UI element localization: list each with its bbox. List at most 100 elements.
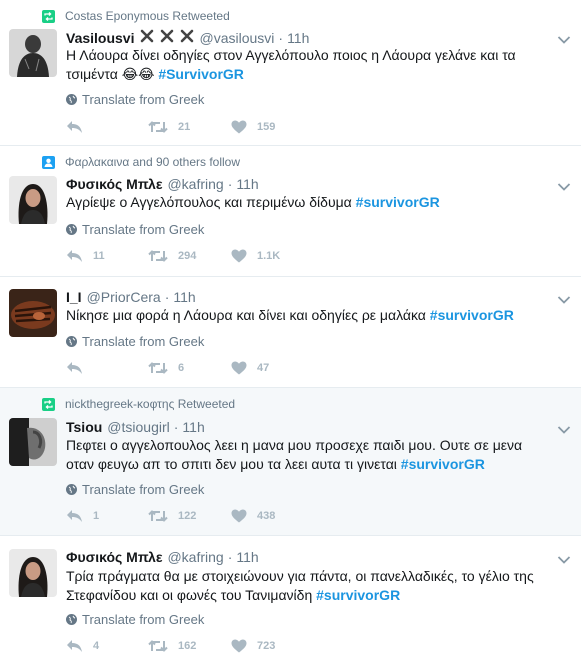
avatar[interactable] bbox=[9, 289, 57, 337]
reply-icon bbox=[67, 640, 82, 652]
reply-button[interactable]: 1 bbox=[66, 509, 99, 523]
translate-link[interactable]: Translate from Greek bbox=[66, 334, 204, 349]
tweet-header: I_I @PriorCera · 11h bbox=[66, 289, 196, 306]
retweet-button[interactable]: 122 bbox=[148, 509, 196, 523]
like-button[interactable]: 159 bbox=[231, 120, 275, 134]
tweet-actions: 1 122 438 bbox=[66, 509, 366, 525]
like-button[interactable]: 1.1K bbox=[231, 249, 280, 263]
retweet-button[interactable]: 294 bbox=[148, 249, 196, 263]
tweet-3[interactable]: I_I @PriorCera · 11h Νίκησε μια φορά η Λ… bbox=[0, 277, 581, 388]
tweet-text: Αγρίεψε ο Αγγελόπουλος και περιμένω δίδυ… bbox=[66, 193, 551, 212]
avatar[interactable] bbox=[9, 29, 57, 77]
display-name[interactable]: Tsiou bbox=[66, 419, 102, 436]
translate-label: Translate from Greek bbox=[82, 482, 205, 497]
display-name[interactable]: Φυσικός Μπλε bbox=[66, 176, 162, 193]
tweet-header: Φυσικός Μπλε @kafring · 11h bbox=[66, 549, 259, 566]
retweet-button[interactable]: 21 bbox=[148, 120, 190, 134]
globe-icon bbox=[66, 336, 77, 347]
reply-button[interactable] bbox=[66, 361, 93, 375]
chevron-down-icon[interactable] bbox=[557, 552, 571, 564]
translate-link[interactable]: Translate from Greek bbox=[66, 222, 204, 237]
translate-label: Translate from Greek bbox=[82, 612, 205, 627]
chevron-down-icon[interactable] bbox=[557, 292, 571, 304]
display-name[interactable]: I_I bbox=[66, 289, 82, 306]
separator-dot: · bbox=[164, 289, 170, 305]
reply-icon bbox=[67, 121, 82, 133]
user-handle[interactable]: @kafring bbox=[167, 549, 223, 566]
retweet-count: 21 bbox=[178, 121, 191, 133]
tweet-4[interactable]: nickthegreek-κοφτης Retweeted Tsiou @tsi… bbox=[0, 388, 581, 536]
retweet-context: Costas Eponymous Retweeted bbox=[42, 9, 230, 23]
user-handle[interactable]: @PriorCera bbox=[87, 289, 161, 306]
reply-icon bbox=[67, 362, 82, 374]
hashtag-link[interactable]: #survivorGR bbox=[430, 307, 514, 323]
chevron-down-icon[interactable] bbox=[557, 32, 571, 44]
reply-button[interactable] bbox=[66, 120, 93, 134]
hashtag-link[interactable]: #SurvivorGR bbox=[158, 66, 244, 82]
user-handle[interactable]: @vasilousvi bbox=[199, 30, 274, 47]
retweet-icon bbox=[148, 250, 168, 262]
translate-link[interactable]: Translate from Greek bbox=[66, 92, 204, 107]
translate-label: Translate from Greek bbox=[82, 222, 205, 237]
translate-label: Translate from Greek bbox=[82, 92, 205, 107]
chevron-down-icon[interactable] bbox=[557, 422, 571, 434]
timestamp[interactable]: 11h bbox=[236, 549, 258, 566]
avatar[interactable] bbox=[9, 549, 57, 597]
tweet-5[interactable]: Φυσικός Μπλε @kafring · 11h Τρία πράγματ… bbox=[0, 536, 581, 659]
retweet-context-icon bbox=[42, 397, 55, 411]
reply-button[interactable]: 4 bbox=[66, 639, 99, 653]
globe-icon bbox=[66, 614, 77, 625]
timestamp[interactable]: 11h bbox=[182, 419, 204, 436]
tweet-body: Η Λάουρα δίνει οδηγίες στον Αγγελόπουλο … bbox=[66, 47, 516, 82]
hashtag-link[interactable]: #survivorGR bbox=[356, 194, 440, 210]
tweet-body: Νίκησε μια φορά η Λάουρα και δίνει και ο… bbox=[66, 307, 430, 323]
name-badges bbox=[140, 29, 194, 47]
context-text[interactable]: Φαρλακαινα and 90 others follow bbox=[65, 155, 240, 169]
separator-dot: · bbox=[227, 549, 233, 565]
display-name[interactable]: Φυσικός Μπλε bbox=[66, 549, 162, 566]
avatar[interactable] bbox=[9, 418, 57, 466]
reply-icon bbox=[67, 510, 82, 522]
heart-icon bbox=[231, 361, 247, 375]
reply-count: 4 bbox=[93, 640, 100, 652]
like-button[interactable]: 47 bbox=[231, 361, 269, 375]
person-follow-icon bbox=[42, 155, 55, 169]
reply-button[interactable]: 11 bbox=[66, 249, 105, 263]
translate-link[interactable]: Translate from Greek bbox=[66, 612, 204, 627]
chevron-down-icon[interactable] bbox=[557, 179, 571, 191]
display-name[interactable]: Vasilousvi bbox=[66, 30, 134, 47]
like-button[interactable]: 438 bbox=[231, 509, 275, 523]
retweet-count: 6 bbox=[178, 362, 185, 374]
reply-count: 1 bbox=[93, 510, 100, 522]
timestamp[interactable]: 11h bbox=[236, 176, 258, 193]
tweet-1[interactable]: Costas Eponymous Retweeted Vasilousvi @v… bbox=[0, 0, 581, 146]
retweet-button[interactable]: 6 bbox=[148, 361, 184, 375]
like-count: 438 bbox=[257, 510, 276, 522]
retweet-button[interactable]: 162 bbox=[148, 639, 196, 653]
context-text[interactable]: Costas Eponymous Retweeted bbox=[65, 9, 230, 23]
context-text[interactable]: nickthegreek-κοφτης Retweeted bbox=[65, 397, 235, 411]
timestamp[interactable]: 11h bbox=[287, 30, 309, 47]
tweet-2[interactable]: Φαρλακαινα and 90 others follow Φυσικός … bbox=[0, 146, 581, 277]
like-button[interactable]: 723 bbox=[231, 639, 275, 653]
tweet-body: Τρία πράγματα θα με στοιχειώνουν για πάν… bbox=[66, 568, 534, 603]
retweet-icon bbox=[148, 510, 168, 522]
tweet-header: Φυσικός Μπλε @kafring · 11h bbox=[66, 176, 259, 193]
tweet-actions: 11 294 1.1K bbox=[66, 249, 366, 265]
translate-link[interactable]: Translate from Greek bbox=[66, 482, 204, 497]
reply-icon bbox=[67, 250, 82, 262]
user-handle[interactable]: @kafring bbox=[167, 176, 223, 193]
avatar[interactable] bbox=[9, 176, 57, 224]
globe-icon bbox=[66, 484, 77, 495]
hashtag-link[interactable]: #survivorGR bbox=[401, 456, 485, 472]
hashtag-link[interactable]: #survivorGR bbox=[316, 587, 400, 603]
tweet-text: Πεφτει ο αγγελοπουλος λεει η μανα μου πρ… bbox=[66, 436, 551, 474]
user-handle[interactable]: @tsiougirl bbox=[107, 419, 169, 436]
retweet-context-icon bbox=[42, 9, 55, 23]
like-count: 1.1K bbox=[257, 250, 281, 262]
timestamp[interactable]: 11h bbox=[173, 289, 195, 306]
heart-icon bbox=[231, 509, 247, 523]
tweet-actions: 6 47 bbox=[66, 361, 366, 377]
tweet-actions: 21 159 bbox=[66, 120, 366, 136]
tweet-actions: 4 162 723 bbox=[66, 639, 366, 655]
